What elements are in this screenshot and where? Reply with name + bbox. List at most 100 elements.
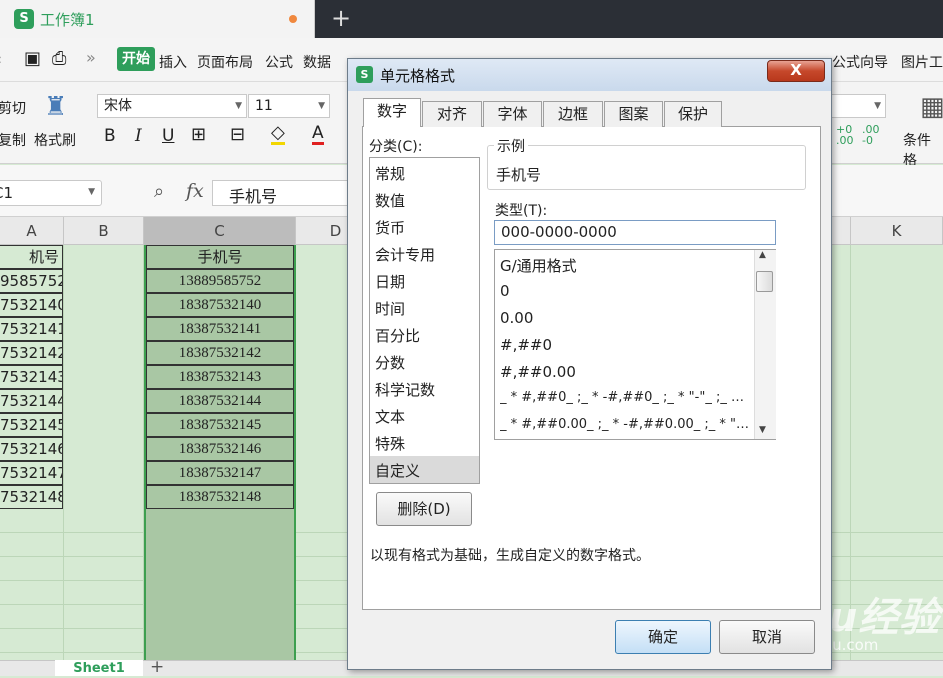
menu-page-layout[interactable]: 页面布局 — [197, 52, 253, 72]
border-icon[interactable]: ⊞ — [191, 124, 206, 145]
cell-a11[interactable]: 7532148 — [0, 485, 63, 509]
type-label: 类型(T): — [495, 203, 548, 219]
bold-button[interactable]: B — [104, 126, 116, 146]
cell-a9[interactable]: 7532146 — [0, 437, 63, 461]
type-list-item[interactable]: G/通用格式 — [500, 255, 750, 276]
new-tab-button[interactable]: + — [331, 4, 351, 32]
tab-pattern[interactable]: 图案 — [604, 101, 663, 127]
category-item[interactable]: 百分比 — [375, 325, 420, 346]
menu-picture[interactable]: 图片工 — [901, 52, 943, 72]
save-icon[interactable]: ▣ — [24, 48, 41, 69]
category-item[interactable]: 文本 — [375, 406, 405, 427]
column-header-k[interactable]: K — [850, 217, 943, 245]
cell-a2[interactable]: 9585752 — [0, 269, 63, 293]
cell-a3[interactable]: 7532140 — [0, 293, 63, 317]
type-list-item[interactable]: 0 — [500, 282, 750, 300]
cell-a1[interactable]: 机号 — [0, 245, 63, 269]
cell-a8[interactable]: 7532145 — [0, 413, 63, 437]
font-color-button[interactable]: A — [312, 124, 324, 145]
category-item[interactable]: 特殊 — [375, 433, 405, 454]
menu-insert[interactable]: 插入 — [159, 52, 187, 72]
zoom-search-icon[interactable]: ⌕ — [154, 181, 164, 202]
cell-a10[interactable]: 7532147 — [0, 461, 63, 485]
tab-protection[interactable]: 保护 — [664, 101, 722, 127]
formula-input[interactable]: 手机号 — [212, 180, 352, 206]
cell-c8[interactable]: 18387532145 — [146, 413, 294, 437]
fill-color-icon[interactable]: ◇ — [271, 124, 285, 145]
underline-button[interactable]: U — [162, 126, 174, 146]
dialog-close-button[interactable]: X — [767, 60, 825, 82]
sheet-tab-sheet1[interactable]: Sheet1 — [55, 660, 143, 676]
category-item[interactable]: 分数 — [375, 352, 405, 373]
cell-c4[interactable]: 18387532141 — [146, 317, 294, 341]
format-painter-button[interactable]: 格式刷 — [34, 130, 76, 150]
cell-c10[interactable]: 18387532147 — [146, 461, 294, 485]
cell-a6[interactable]: 7532143 — [0, 365, 63, 389]
more-icon[interactable]: » — [86, 48, 96, 67]
type-list-item[interactable]: #,##0 — [500, 336, 750, 354]
tab-alignment[interactable]: 对齐 — [422, 101, 482, 127]
font-name-select[interactable]: 宋体 ▼ — [97, 94, 247, 118]
print-icon[interactable]: ⎙ — [52, 48, 66, 69]
column-header-a[interactable]: A — [0, 217, 64, 245]
conditional-format-icon[interactable]: ▦ — [920, 92, 943, 122]
format-description: 以现有格式为基础，生成自定义的数字格式。 — [370, 548, 650, 564]
chevron-down-icon: ▼ — [318, 101, 325, 111]
ok-button[interactable]: 确定 — [615, 620, 711, 654]
type-list-item[interactable]: #,##0.00 — [500, 363, 750, 381]
category-item[interactable]: 时间 — [375, 298, 405, 319]
cell-a4[interactable]: 7532141 — [0, 317, 63, 341]
cancel-button[interactable]: 取消 — [719, 620, 815, 654]
copy-button[interactable]: 复制 — [0, 130, 26, 150]
cut-button[interactable]: 剪切 — [0, 98, 26, 118]
number-format-select[interactable]: ▼ — [830, 94, 886, 118]
font-size-select[interactable]: 11 ▼ — [248, 94, 330, 118]
category-item[interactable]: 科学记数 — [375, 379, 435, 400]
format-painter-icon[interactable]: ♜ — [44, 92, 67, 122]
cell-a5[interactable]: 7532142 — [0, 341, 63, 365]
decrease-decimal-icon[interactable]: .00 -0 — [862, 124, 880, 146]
tab-font[interactable]: 字体 — [483, 101, 542, 127]
increase-decimal-icon[interactable]: +0.00 — [836, 124, 854, 146]
type-list-item[interactable]: _ * #,##0_ ;_ * -#,##0_ ;_ * "-"_ ;_ @_ — [500, 390, 750, 405]
delete-button[interactable]: 删除(D) — [376, 492, 472, 526]
scroll-down-icon[interactable]: ▼ — [759, 425, 766, 435]
type-list-item[interactable]: 0.00 — [500, 309, 750, 327]
cell-c9[interactable]: 18387532146 — [146, 437, 294, 461]
unsaved-dot-icon — [289, 15, 297, 23]
workbook-title: 工作簿1 — [40, 11, 95, 29]
cell-c6[interactable]: 18387532143 — [146, 365, 294, 389]
cell-style-icon[interactable]: ⊟ — [230, 124, 245, 145]
italic-button[interactable]: I — [135, 126, 142, 146]
scroll-thumb[interactable] — [756, 271, 773, 292]
column-header-c[interactable]: C — [144, 217, 296, 245]
add-sheet-button[interactable]: + — [150, 658, 164, 676]
cell-c7[interactable]: 18387532144 — [146, 389, 294, 413]
category-item-selected[interactable]: 自定义 — [375, 460, 420, 481]
tab-border[interactable]: 边框 — [543, 101, 603, 127]
tab-number[interactable]: 数字 — [363, 98, 421, 127]
category-item[interactable]: 数值 — [375, 190, 405, 211]
category-item[interactable]: 货币 — [375, 217, 405, 238]
category-item[interactable]: 常规 — [375, 163, 405, 184]
menu-formula-wizard[interactable]: 公式向导 — [832, 52, 888, 72]
cell-c3[interactable]: 18387532140 — [146, 293, 294, 317]
column-header-b[interactable]: B — [64, 217, 144, 245]
menu-data[interactable]: 数据 — [303, 52, 331, 72]
cell-c5[interactable]: 18387532142 — [146, 341, 294, 365]
type-input[interactable]: 000-0000-0000 — [494, 220, 776, 245]
conditional-format-button[interactable]: 条件格 — [903, 130, 943, 170]
menu-start[interactable]: 开始 — [117, 47, 155, 71]
cell-a7[interactable]: 7532144 — [0, 389, 63, 413]
category-item[interactable]: 日期 — [375, 271, 405, 292]
type-list-item[interactable]: _ * #,##0.00_ ;_ * -#,##0.00_ ;_ * "-"??… — [500, 417, 750, 432]
cell-c11[interactable]: 18387532148 — [146, 485, 294, 509]
cell-c2[interactable]: 13889585752 — [146, 269, 294, 293]
category-item[interactable]: 会计专用 — [375, 244, 435, 265]
fx-icon[interactable]: fx — [186, 180, 204, 202]
name-box[interactable]: C1 ▼ — [0, 180, 102, 206]
back-icon[interactable]: ‹ — [0, 52, 2, 68]
scroll-up-icon[interactable]: ▲ — [759, 250, 766, 260]
menu-formula[interactable]: 公式 — [265, 52, 293, 72]
cell-c1[interactable]: 手机号 — [146, 245, 294, 269]
